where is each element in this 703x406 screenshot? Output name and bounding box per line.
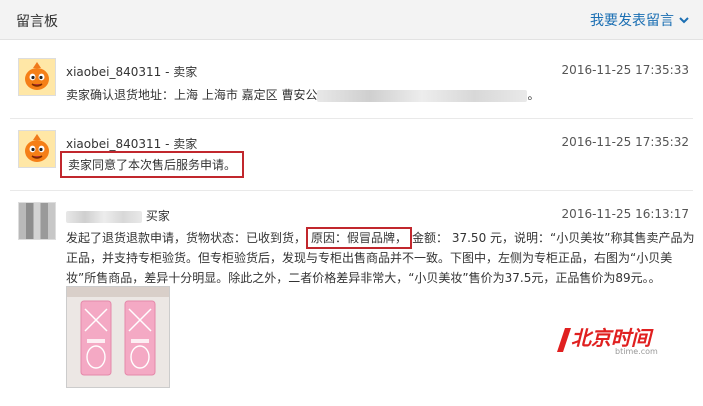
btime-watermark: 北京时间 btime.com (555, 320, 665, 360)
refund-line-1b: 金额： 37.50 元，说明：“小贝美妆”称其售卖产品为 (412, 231, 695, 245)
message-author[interactable]: xiaobei_840311 - 卖家 (66, 63, 197, 80)
message-text-prefix: 卖家确认退货地址：上海 上海市 嘉定区 曹安公 (66, 88, 318, 102)
redacted-buyer-name (66, 210, 142, 223)
refund-line-1a: 发起了退货退款申请，货物状态：已收到货， (66, 231, 307, 245)
product-comparison-image (67, 287, 169, 387)
post-message-button[interactable]: 我要发表留言 (590, 10, 691, 30)
message-board-title: 留言板 (16, 14, 58, 30)
attachment-image[interactable] (66, 286, 170, 388)
message-divider (10, 118, 693, 119)
message-author[interactable]: 买家 (66, 207, 170, 224)
seller-avatar[interactable] (18, 58, 56, 96)
redacted-address (317, 89, 528, 102)
taobao-mascot-icon (19, 59, 55, 95)
refund-line-2: 正品，并支持专柜验货。但专柜验货后，发现与专柜出售商品并不一致。下图中，左侧为专… (66, 251, 673, 265)
taobao-mascot-icon (19, 131, 55, 167)
message-board-header: 留言板 我要发表留言 (0, 0, 703, 40)
message-author[interactable]: xiaobei_840311 - 卖家 (66, 135, 197, 152)
watermark-url: btime.com (615, 347, 658, 356)
refund-line-3: 妆”所售商品，差异十分明显。除此之外，二者价格差异非常大，“小贝美妆”售价为37… (66, 271, 661, 285)
message-time: 2016-11-25 17:35:32 (561, 135, 689, 149)
message-time: 2016-11-25 16:13:17 (561, 207, 689, 221)
chevron-down-icon (679, 17, 689, 24)
buyer-avatar[interactable] (18, 202, 56, 240)
message-text: 卖家同意了本次售后服务申请。 (60, 151, 245, 178)
highlighted-message: 卖家同意了本次售后服务申请。 (60, 151, 245, 178)
message-time: 2016-11-25 17:35:33 (561, 63, 689, 77)
message-text: 卖家确认退货地址：上海 上海市 嘉定区 曹安公 。 (66, 86, 539, 103)
message-text-suffix: 。 (527, 88, 540, 102)
message-divider (10, 190, 693, 191)
seller-avatar[interactable] (18, 130, 56, 168)
buyer-role: 买家 (145, 209, 170, 223)
refund-request-text: 发起了退货退款申请，货物状态：已收到货， 原因：假冒品牌， 金额： 37.50 元，… (66, 227, 694, 288)
post-message-label: 我要发表留言 (590, 13, 674, 29)
refund-reason: 原因：假冒品牌， (306, 227, 413, 249)
